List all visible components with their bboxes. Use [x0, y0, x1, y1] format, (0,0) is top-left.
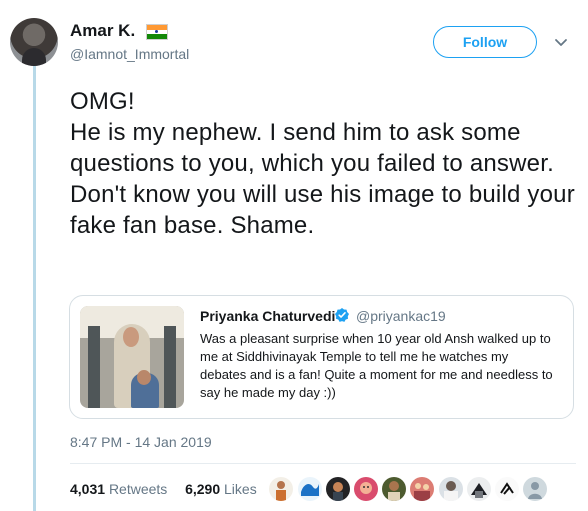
quoted-tweet-text: Was a pleasant surprise when 10 year old…: [200, 331, 553, 400]
liker-avatar[interactable]: [353, 476, 379, 502]
liker-avatar[interactable]: [438, 476, 464, 502]
likes-label[interactable]: Likes: [224, 481, 257, 497]
follow-button[interactable]: Follow: [433, 26, 537, 58]
liker-avatar[interactable]: [409, 476, 435, 502]
liker-avatar[interactable]: [494, 476, 520, 502]
retweets-label[interactable]: Retweets: [109, 481, 167, 497]
liker-avatars[interactable]: [268, 476, 548, 502]
tweet-stats: 4,031 Retweets 6,290 Likes: [70, 481, 257, 497]
verified-icon: [335, 308, 349, 322]
stats-divider: [70, 463, 576, 464]
chevron-down-icon[interactable]: [553, 34, 569, 50]
liker-avatar[interactable]: [466, 476, 492, 502]
quoted-tweet-image[interactable]: [80, 306, 184, 408]
quoted-author-name: Priyanka Chaturvedi: [200, 308, 336, 324]
liker-avatar[interactable]: [268, 476, 294, 502]
retweets-count[interactable]: 4,031: [70, 481, 105, 497]
tweet-timestamp[interactable]: 8:47 PM - 14 Jan 2019: [70, 434, 212, 450]
tweet-text: OMG! He is my nephew. I send him to ask …: [70, 88, 575, 239]
thread-line: [33, 66, 36, 511]
liker-avatar[interactable]: [522, 476, 548, 502]
liker-avatar[interactable]: [381, 476, 407, 502]
author-handle[interactable]: @Iamnot_Immortal: [70, 46, 189, 62]
quoted-author-handle: @priyankac19: [356, 308, 446, 324]
flag-icon: [146, 24, 168, 40]
quoted-tweet-card[interactable]: Priyanka Chaturvedi @priyankac19 Was a p…: [69, 295, 574, 419]
author-avatar[interactable]: [10, 18, 58, 66]
author-display-name[interactable]: Amar K.: [70, 21, 135, 41]
liker-avatar[interactable]: [297, 476, 323, 502]
likes-count[interactable]: 6,290: [185, 481, 220, 497]
liker-avatar[interactable]: [325, 476, 351, 502]
